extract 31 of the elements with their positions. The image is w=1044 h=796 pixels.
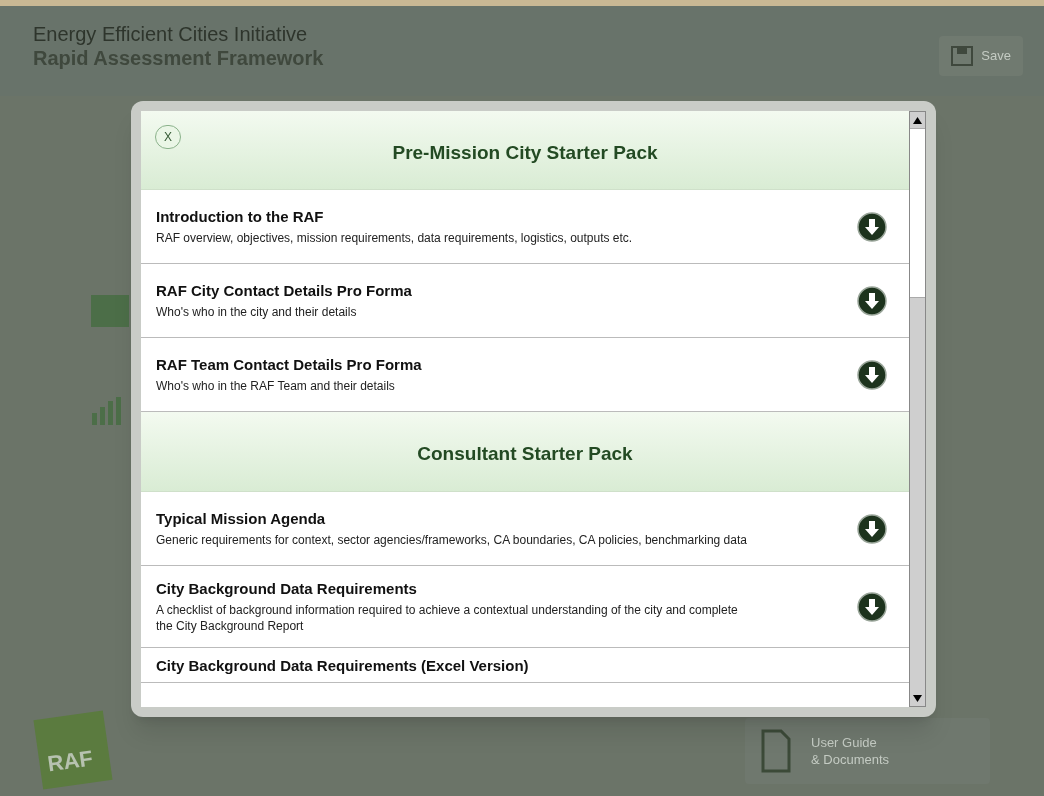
download-icon[interactable]	[857, 285, 887, 316]
document-row[interactable]: Introduction to the RAF RAF overview, objectives, mission requirements, data requirements, logistics, outputs etc.	[141, 190, 909, 264]
document-row[interactable]: City Background Data Requirements A checklist of background information required to achieve a contextual understanding of the city and complete the City Background Report	[141, 566, 909, 648]
document-title: Typical Mission Agenda	[156, 509, 327, 529]
document-title: RAF City Contact Details Pro Forma	[156, 281, 413, 301]
document-description: RAF overview, objectives, mission requirements, data requirements, logistics, outputs etc.	[156, 230, 634, 246]
app-title: Energy Efficient Cities Initiative	[33, 22, 309, 46]
document-title: City Background Data Requirements	[156, 579, 418, 599]
document-title: RAF Team Contact Details Pro Forma	[156, 355, 423, 375]
scroll-down-icon	[913, 694, 922, 702]
document-icon	[761, 729, 791, 773]
close-button[interactable]: X	[155, 125, 181, 149]
logo: RAF	[33, 710, 113, 790]
download-icon[interactable]	[857, 359, 887, 390]
document-row[interactable]: Typical Mission Agenda Generic requirements for context, sector agencies/frameworks, CA boundaries, CA policies, benchmarking data	[141, 492, 909, 566]
document-description: A checklist of background information required to achieve a contextual understanding of the city and complete the City Background Report	[156, 602, 739, 634]
download-icon[interactable]	[857, 513, 887, 544]
document-row[interactable]: RAF City Contact Details Pro Forma Who's who in the city and their details	[141, 264, 909, 338]
section-title: Pre-Mission City Starter Pack	[392, 140, 658, 165]
document-description: Who's who in the RAF Team and their details	[156, 378, 396, 394]
document-row[interactable]: City Background Data Requirements (Excel Version)	[141, 648, 909, 683]
download-icon[interactable]	[857, 591, 887, 622]
scroll-up-icon	[913, 116, 922, 124]
document-title: Introduction to the RAF	[156, 207, 325, 227]
section-title: Consultant Starter Pack	[417, 442, 633, 467]
document-description: Generic requirements for context, sector agencies/frameworks, CA boundaries, CA policies, benchmarking data	[156, 532, 748, 548]
document-title: City Background Data Requirements (Excel Version)	[156, 656, 529, 676]
scrollbar[interactable]	[909, 111, 926, 707]
document-description: Who's who in the city and their details	[156, 304, 358, 320]
scrollbar-thumb[interactable]	[910, 128, 925, 298]
download-icon[interactable]	[857, 211, 887, 242]
